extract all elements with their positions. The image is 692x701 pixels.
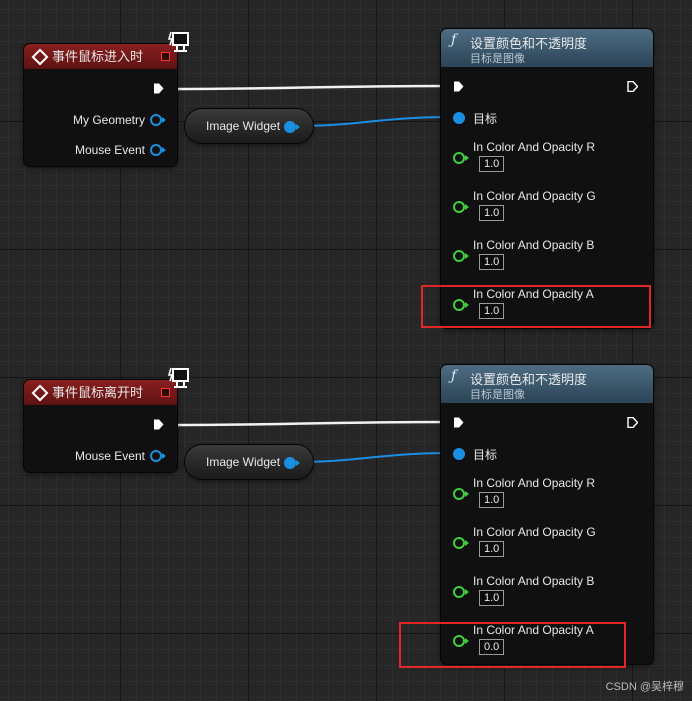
param-r-value[interactable]: 1.0	[479, 492, 505, 508]
param-r-label: In Color And Opacity R	[473, 140, 596, 154]
param-b-pin[interactable]	[453, 586, 465, 598]
function-header: ƒ 设置颜色和不透明度 目标是图像	[441, 29, 653, 67]
param-g-pin-arrow-icon	[465, 540, 469, 546]
set-color-opacity-node-b[interactable]: ƒ 设置颜色和不透明度 目标是图像 目标 In Color And Opacit…	[441, 365, 653, 664]
param-g-value[interactable]: 1.0	[479, 541, 505, 557]
function-subtitle: 目标是图像	[470, 53, 525, 65]
param-g-label: In Color And Opacity G	[473, 525, 596, 539]
watermark: CSDN @吴梓穆	[605, 681, 684, 693]
param-r-label: In Color And Opacity R	[473, 476, 596, 490]
param-b-pin[interactable]	[453, 250, 465, 262]
param-r-pin-arrow-icon	[465, 155, 469, 161]
param-r-pin[interactable]	[453, 488, 465, 500]
param-g-label: In Color And Opacity G	[473, 189, 596, 203]
event-node-mouse-enter[interactable]: 事件鼠标进入时 My Geometry Mouse Event	[24, 44, 177, 166]
event-node-title: 事件鼠标进入时	[52, 49, 144, 64]
param-b-value[interactable]: 1.0	[479, 254, 505, 270]
event-node-mouse-leave[interactable]: 事件鼠标离开时 Mouse Event	[24, 380, 177, 472]
param-b-label: In Color And Opacity B	[473, 574, 595, 588]
event-diamond-icon	[31, 384, 49, 402]
image-widget-pin-arrow-icon	[296, 460, 300, 466]
event-monitor-icon	[168, 367, 189, 388]
object-wire-a	[295, 116, 451, 127]
function-icon: ƒ	[451, 32, 457, 48]
param-r-pin[interactable]	[453, 152, 465, 164]
param-b-pin-arrow-icon	[465, 253, 469, 259]
event-node-header: 事件鼠标进入时	[24, 44, 177, 69]
exec-output-pin[interactable]	[153, 419, 164, 430]
param-r-value[interactable]: 1.0	[479, 156, 505, 172]
set-color-opacity-node-a[interactable]: ƒ 设置颜色和不透明度 目标是图像 目标 In Color And Opacit…	[441, 29, 653, 328]
object-wire-b	[295, 452, 451, 463]
exec-input-pin[interactable]	[453, 81, 464, 92]
mouse-event-pin-arrow-icon	[162, 147, 166, 153]
pin-label-mouse-event: Mouse Event	[74, 449, 145, 463]
target-pin[interactable]	[453, 112, 465, 124]
image-widget-getter[interactable]: Image Widget	[185, 445, 313, 479]
param-b-pin-arrow-icon	[465, 589, 469, 595]
image-widget-output-pin[interactable]	[284, 457, 296, 469]
pin-label-mouse-event: Mouse Event	[74, 143, 145, 157]
param-g-pin[interactable]	[453, 201, 465, 213]
exec-wire-b	[165, 420, 450, 427]
mouse-event-pin[interactable]	[150, 144, 162, 156]
highlight-box-a	[421, 285, 651, 328]
target-pin[interactable]	[453, 448, 465, 460]
my-geometry-pin-arrow-icon	[162, 117, 166, 123]
exec-wire-a	[165, 84, 450, 91]
param-g-pin-arrow-icon	[465, 204, 469, 210]
target-label: 目标	[473, 112, 498, 126]
param-r-pin-arrow-icon	[465, 491, 469, 497]
function-subtitle: 目标是图像	[470, 389, 525, 401]
image-widget-output-pin[interactable]	[284, 121, 296, 133]
image-widget-label: Image Widget	[206, 455, 281, 469]
exec-output-pin[interactable]	[627, 417, 638, 428]
mouse-event-pin[interactable]	[150, 450, 162, 462]
mouse-event-pin-arrow-icon	[162, 453, 166, 459]
event-node-header: 事件鼠标离开时	[24, 380, 177, 405]
function-header: ƒ 设置颜色和不透明度 目标是图像	[441, 365, 653, 403]
my-geometry-pin[interactable]	[150, 114, 162, 126]
event-diamond-icon	[31, 48, 49, 66]
param-g-value[interactable]: 1.0	[479, 205, 505, 221]
param-b-label: In Color And Opacity B	[473, 238, 595, 252]
image-widget-getter[interactable]: Image Widget	[185, 109, 313, 143]
image-widget-label: Image Widget	[206, 119, 281, 133]
highlight-box-b	[399, 622, 626, 668]
pin-label-my-geometry: My Geometry	[72, 113, 145, 127]
function-icon: ƒ	[451, 368, 457, 384]
event-monitor-icon	[168, 31, 189, 52]
target-label: 目标	[473, 448, 498, 462]
param-g-pin[interactable]	[453, 537, 465, 549]
param-b-value[interactable]: 1.0	[479, 590, 505, 606]
exec-output-pin[interactable]	[627, 81, 638, 92]
exec-output-pin[interactable]	[153, 83, 164, 94]
event-node-title: 事件鼠标离开时	[52, 385, 144, 400]
image-widget-pin-arrow-icon	[296, 124, 300, 130]
exec-input-pin[interactable]	[453, 417, 464, 428]
